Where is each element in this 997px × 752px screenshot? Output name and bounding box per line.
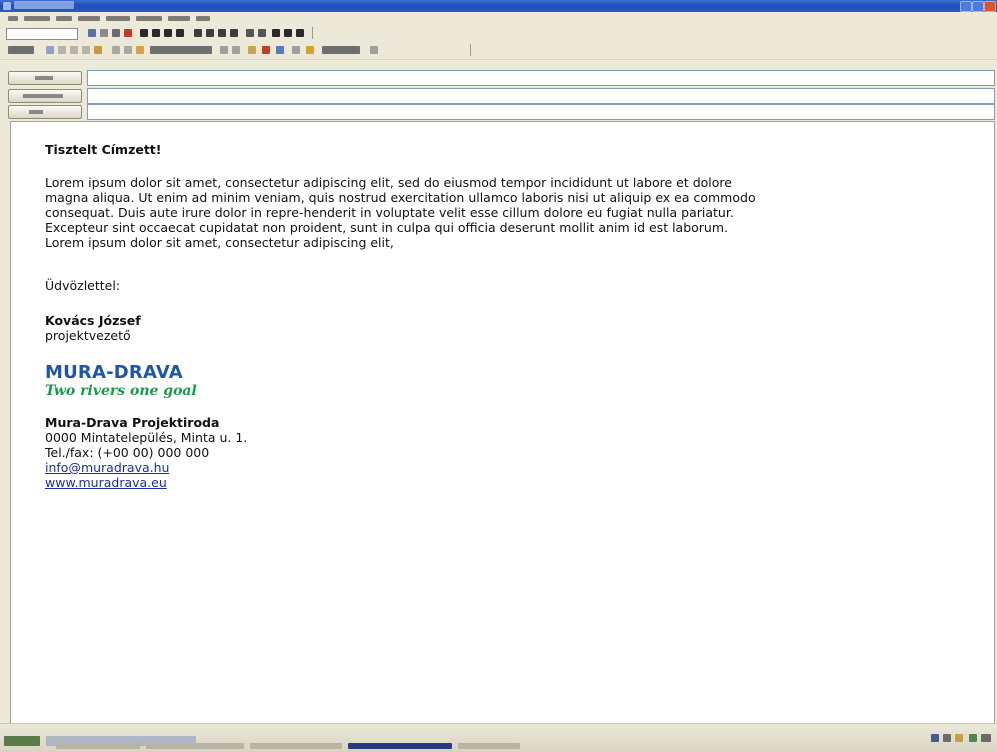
menu-bar <box>0 12 997 25</box>
print-icon[interactable] <box>58 46 66 54</box>
options-icon[interactable] <box>292 46 300 54</box>
app-icon <box>3 2 11 10</box>
start-button[interactable] <box>4 736 40 746</box>
body-paragraph: Lorem ipsum dolor sit amet, consectetur … <box>45 175 756 220</box>
logo-tagline: Two rivers one goal <box>45 383 197 399</box>
italic-icon[interactable] <box>152 29 160 37</box>
bold-icon[interactable] <box>140 29 148 37</box>
send-icon[interactable] <box>8 46 34 54</box>
flag-icon[interactable] <box>248 46 256 54</box>
bcc-icon[interactable] <box>306 46 314 54</box>
rule-icon[interactable] <box>296 29 304 37</box>
to-row <box>0 69 997 87</box>
tray-app-icon[interactable] <box>955 734 963 742</box>
taskbar-window-button[interactable] <box>56 743 140 749</box>
clock-icon[interactable] <box>981 734 991 742</box>
window-titlebar <box>0 0 997 12</box>
sender-name: Kovács József <box>45 313 141 328</box>
style-icon[interactable] <box>112 29 120 37</box>
formatting-toolbar <box>0 25 997 43</box>
menu-file[interactable] <box>8 16 18 21</box>
underline-icon[interactable] <box>164 29 172 37</box>
standard-toolbar <box>0 42 997 60</box>
copy-icon[interactable] <box>82 46 90 54</box>
outdent-icon[interactable] <box>272 29 280 37</box>
closing: Üdvözlettel: <box>45 278 121 293</box>
menu-help[interactable] <box>196 16 210 21</box>
html-format-combo[interactable] <box>322 46 360 54</box>
minimize-icon[interactable] <box>960 1 972 12</box>
save-icon[interactable] <box>46 46 54 54</box>
importance-high-icon[interactable] <box>262 46 270 54</box>
phone: Tel./fax: (+00 00) 000 000 <box>45 445 210 460</box>
menu-view[interactable] <box>56 16 72 21</box>
logo-text: MURA-DRAVA <box>45 362 183 383</box>
menu-tools[interactable] <box>136 16 162 21</box>
subject-field[interactable] <box>87 104 995 120</box>
attach-icon[interactable] <box>136 46 144 54</box>
close-icon[interactable] <box>984 1 996 12</box>
align-right-icon[interactable] <box>218 29 226 37</box>
volume-icon[interactable] <box>943 734 951 742</box>
menu-edit[interactable] <box>24 16 50 21</box>
menu-format[interactable] <box>106 16 130 21</box>
check-names-icon[interactable] <box>124 46 132 54</box>
taskbar-window-button[interactable] <box>458 743 520 749</box>
toolbar-options-icon[interactable] <box>370 46 378 54</box>
align-left-icon[interactable] <box>194 29 202 37</box>
message-body[interactable]: Tisztelt Címzett! Lorem ipsum dolor sit … <box>10 121 995 725</box>
greeting: Tisztelt Címzett! <box>45 142 162 157</box>
body-paragraph: Excepteur sint occaecat cupidatat non pr… <box>45 220 728 250</box>
cc-button[interactable] <box>8 89 82 103</box>
menu-insert[interactable] <box>78 16 100 21</box>
signature-icon[interactable] <box>220 46 228 54</box>
toolbar-separator <box>312 27 313 39</box>
permission-icon[interactable] <box>232 46 240 54</box>
maximize-icon[interactable] <box>972 1 984 12</box>
toolbar-separator <box>470 44 471 56</box>
taskbar-window-button[interactable] <box>146 743 244 749</box>
cut-icon[interactable] <box>70 46 78 54</box>
font-size-icon[interactable] <box>88 29 96 37</box>
address: 0000 Mintatelepülés, Minta u. 1. <box>45 430 248 445</box>
subject-button[interactable] <box>8 105 82 119</box>
to-field[interactable] <box>87 70 995 86</box>
subject-row <box>0 103 997 121</box>
font-combo[interactable] <box>6 28 78 40</box>
email-link[interactable]: info@muradrava.hu <box>45 460 169 475</box>
window-title <box>14 1 74 9</box>
to-button[interactable] <box>8 71 82 85</box>
highlight-icon[interactable] <box>124 29 132 37</box>
font-color-icon[interactable] <box>100 29 108 37</box>
network-icon[interactable] <box>931 734 939 742</box>
align-center-icon[interactable] <box>206 29 214 37</box>
attachment-combo[interactable] <box>150 46 212 54</box>
menu-actions[interactable] <box>168 16 190 21</box>
strike-icon[interactable] <box>176 29 184 37</box>
system-tray <box>931 730 991 744</box>
paste-icon[interactable] <box>94 46 102 54</box>
website-link[interactable]: www.muradrava.eu <box>45 475 167 490</box>
justify-icon[interactable] <box>230 29 238 37</box>
taskbar-window-button[interactable] <box>250 743 342 749</box>
address-book-icon[interactable] <box>112 46 120 54</box>
importance-low-icon[interactable] <box>276 46 284 54</box>
numbering-icon[interactable] <box>258 29 266 37</box>
body-text: Lorem ipsum dolor sit amet, consectetur … <box>45 175 765 250</box>
taskbar-window-button-active[interactable] <box>348 743 452 749</box>
sender-title: projektvezető <box>45 328 131 343</box>
tray-app-icon[interactable] <box>969 734 977 742</box>
cc-field[interactable] <box>87 88 995 104</box>
taskbar <box>0 723 997 752</box>
message-content: Tisztelt Címzett! Lorem ipsum dolor sit … <box>45 142 765 490</box>
org-name: Mura-Drava Projektiroda <box>45 415 220 430</box>
bullets-icon[interactable] <box>246 29 254 37</box>
indent-icon[interactable] <box>284 29 292 37</box>
